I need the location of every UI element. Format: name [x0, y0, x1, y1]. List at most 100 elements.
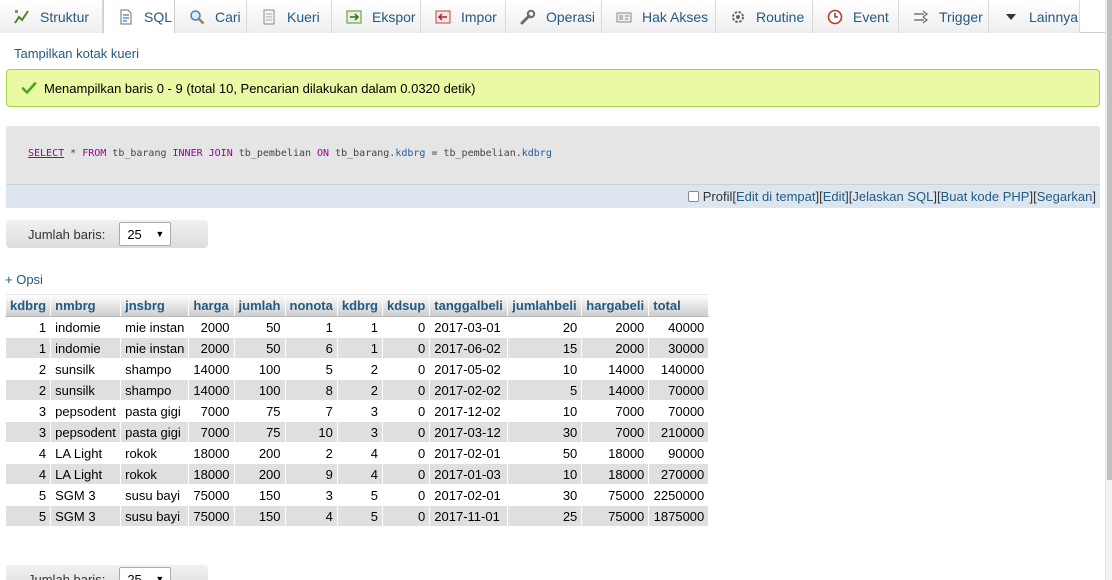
bracket: ] — [1092, 189, 1096, 204]
column-header-harga[interactable]: harga — [188, 293, 235, 317]
tab-ekspor[interactable]: Ekspor — [332, 0, 421, 33]
column-header-kdbrg[interactable]: kdbrg — [4, 293, 52, 317]
table-cell-harga: 75000 — [188, 505, 235, 527]
table-cell-kdsup: 0 — [381, 316, 431, 338]
column-header-nmbrg[interactable]: nmbrg — [50, 293, 122, 317]
table-row[interactable]: 4 LA Light rokok 18000 200 2 4 0 2017-02-01 50 180… — [4, 442, 710, 464]
sql-tool-link-jelaskan-sql[interactable]: Jelaskan SQL — [852, 189, 933, 204]
table-cell-harga: 14000 — [188, 358, 235, 380]
tab-kueri[interactable]: Kueri — [247, 0, 332, 33]
sql-tool-link-segarkan[interactable]: Segarkan — [1037, 189, 1093, 204]
sql-keyword[interactable]: SELECT — [28, 148, 64, 159]
table-cell-tanggalbeli: 2017-03-12 — [429, 421, 509, 443]
column-header-total[interactable]: total — [648, 293, 710, 317]
table-cell-tanggalbeli: 2017-12-02 — [429, 400, 509, 422]
table-cell-jumlah: 75 — [233, 421, 286, 443]
table-cell-tanggalbeli: 2017-02-02 — [429, 379, 509, 401]
vertical-scrollbar[interactable] — [1105, 0, 1112, 580]
sql-tool-link-edit[interactable]: Edit — [823, 189, 845, 204]
table-row[interactable]: 3 pepsodent pasta gigi 7000 75 7 3 0 2017-12-02 1… — [4, 400, 710, 422]
rows-select[interactable]: 25 ▼ — [119, 222, 172, 246]
tab-operasi[interactable]: Operasi — [506, 0, 602, 33]
sql-text: tb_barang — [106, 148, 173, 159]
table-cell-jumlahbeli: 5 — [507, 379, 583, 401]
table-cell-nmbrg: LA Light — [50, 463, 122, 485]
table-cell-nonota: 10 — [284, 421, 338, 443]
sql-tool-link-edit-di-tempat[interactable]: Edit di tempat — [736, 189, 816, 204]
sql-tool-link-buat-kode-php[interactable]: Buat kode PHP — [941, 189, 1030, 204]
table-row[interactable]: 5 SGM 3 susu bayi 75000 150 4 5 0 2017-11-01 25 75… — [4, 505, 710, 527]
sql-text: = tb_pembelian. — [425, 148, 522, 159]
table-row[interactable]: 2 sunsilk shampo 14000 100 5 2 0 2017-05-02 10 140… — [4, 358, 710, 380]
table-cell-jnsbrg: pasta gigi — [120, 400, 190, 422]
tab-label: Kueri — [287, 8, 320, 25]
table-cell-harga: 7000 — [188, 400, 235, 422]
table-cell-nonota: 1 — [284, 316, 338, 338]
trigger-icon — [912, 8, 930, 26]
table-row[interactable]: 4 LA Light rokok 18000 200 9 4 0 2017-01-03 10 180… — [4, 463, 710, 485]
table-cell-jumlahbeli: 20 — [507, 316, 583, 338]
table-cell-nonota: 8 — [284, 379, 338, 401]
table-cell-jnsbrg: rokok — [120, 442, 190, 464]
check-icon — [21, 82, 37, 94]
table-cell-total: 40000 — [648, 316, 710, 338]
success-text: Menampilkan baris 0 - 9 (total 10, Penca… — [44, 80, 476, 96]
tab-struktur[interactable]: Struktur — [0, 0, 103, 33]
table-row[interactable]: 5 SGM 3 susu bayi 75000 150 3 5 0 2017-02-01 30 75… — [4, 484, 710, 506]
tab-event[interactable]: Event — [813, 0, 899, 33]
sql-tools-bar: Profil [ Edit di tempat ] [ Edit ] [ Jel… — [6, 184, 1100, 208]
table-cell-kdbrg: 2 — [4, 358, 52, 380]
table-cell-kdbrg: 2 — [336, 358, 383, 380]
import-icon — [434, 8, 452, 26]
table-cell-kdbrg: 4 — [336, 442, 383, 464]
scrollbar-thumb[interactable] — [1107, 0, 1112, 480]
profil-checkbox[interactable] — [687, 191, 699, 202]
table-cell-jumlah: 200 — [233, 463, 286, 485]
table-cell-kdsup: 0 — [381, 442, 431, 464]
table-row[interactable]: 2 sunsilk shampo 14000 100 8 2 0 2017-02-02 5 1400… — [4, 379, 710, 401]
column-header-jumlah[interactable]: jumlah — [233, 293, 286, 317]
show-query-box-link[interactable]: Tampilkan kotak kueri — [14, 46, 139, 61]
table-cell-hargabeli: 75000 — [581, 484, 650, 506]
table-cell-jnsbrg: mie instan — [120, 316, 190, 338]
column-header-jumlahbeli[interactable]: jumlahbeli — [507, 293, 583, 317]
table-cell-nmbrg: sunsilk — [50, 379, 122, 401]
options-link[interactable]: + Opsi — [5, 272, 43, 287]
tab-cari[interactable]: Cari — [175, 0, 247, 33]
table-cell-jumlahbeli: 30 — [507, 421, 583, 443]
privileges-icon — [615, 8, 633, 26]
table-cell-jumlah: 75 — [233, 400, 286, 422]
tab-sql[interactable]: SQL — [103, 0, 175, 34]
column-header-hargabeli[interactable]: hargabeli — [581, 293, 650, 317]
tab-label: Ekspor — [372, 8, 416, 25]
tab-lainnya[interactable]: Lainnya — [989, 0, 1080, 33]
table-row[interactable]: 1 indomie mie instan 2000 50 1 1 0 2017-03-01 20 2… — [4, 316, 710, 338]
table-cell-jnsbrg: pasta gigi — [120, 421, 190, 443]
table-cell-kdbrg: 5 — [4, 484, 52, 506]
column-header-kdbrg[interactable]: kdbrg — [336, 293, 383, 317]
column-header-kdsup[interactable]: kdsup — [381, 293, 431, 317]
table-cell-jumlahbeli: 10 — [507, 358, 583, 380]
tab-hak-akses[interactable]: Hak Akses — [602, 0, 716, 33]
rows-select-value: 25 — [127, 571, 142, 580]
column-header-nonota[interactable]: nonota — [284, 293, 338, 317]
table-row[interactable]: 3 pepsodent pasta gigi 7000 75 10 3 0 2017-03-12… — [4, 421, 710, 443]
table-cell-kdsup: 0 — [381, 358, 431, 380]
rows-select[interactable]: 25 ▼ — [119, 567, 172, 580]
table-row[interactable]: 1 indomie mie instan 2000 50 6 1 0 2017-06-02 15 2… — [4, 337, 710, 359]
table-cell-nmbrg: indomie — [50, 337, 122, 359]
table-cell-hargabeli: 14000 — [581, 358, 650, 380]
table-cell-tanggalbeli: 2017-02-01 — [429, 484, 509, 506]
tab-routine[interactable]: Routine — [716, 0, 813, 33]
tab-trigger[interactable]: Trigger — [899, 0, 989, 33]
tab-label: Trigger — [939, 8, 983, 25]
table-cell-nonota: 5 — [284, 358, 338, 380]
table-cell-tanggalbeli: 2017-05-02 — [429, 358, 509, 380]
column-header-jnsbrg[interactable]: jnsbrg — [120, 293, 190, 317]
column-header-tanggalbeli[interactable]: tanggalbeli — [429, 293, 509, 317]
table-cell-tanggalbeli: 2017-01-03 — [429, 463, 509, 485]
tab-label: Struktur — [40, 8, 90, 25]
table-cell-harga: 2000 — [188, 316, 235, 338]
sql-text: tb_pembelian — [232, 148, 318, 159]
tab-impor[interactable]: Impor — [421, 0, 506, 33]
